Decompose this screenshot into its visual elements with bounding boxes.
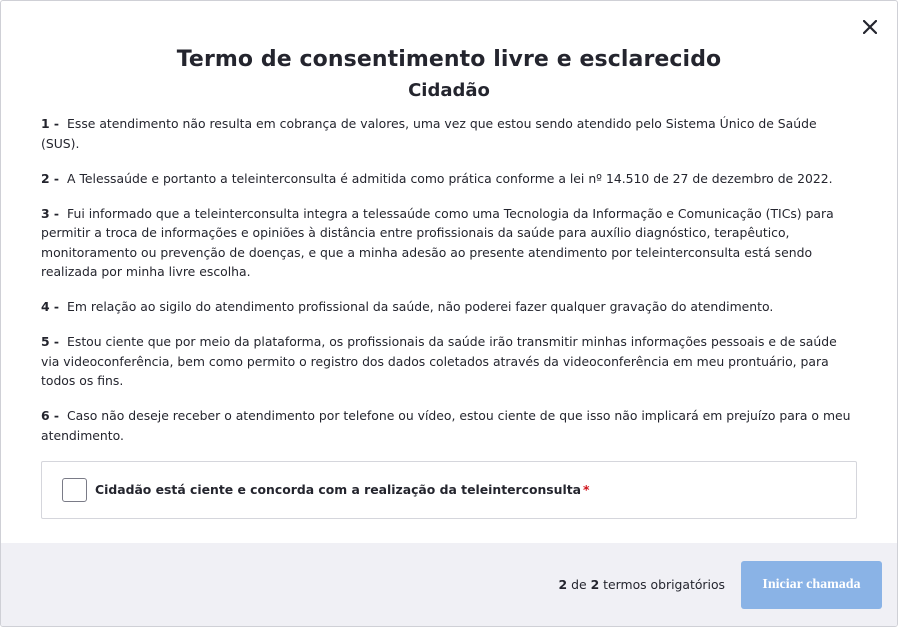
term-item: 2 - A Telessaúde e portanto a teleinterc… bbox=[41, 169, 857, 189]
term-number: 1 - bbox=[41, 116, 60, 131]
modal-footer: 2 de 2 termos obrigatórios Iniciar chama… bbox=[1, 543, 897, 626]
term-item: 6 - Caso não deseje receber o atendiment… bbox=[41, 406, 857, 445]
consent-panel: Cidadão está ciente e concorda com a rea… bbox=[41, 460, 857, 519]
term-number: 2 - bbox=[41, 170, 60, 186]
consent-label-text: Cidadão está ciente e concorda com a rea… bbox=[95, 482, 582, 497]
term-text: Esse atendimento não resulta em cobrança… bbox=[41, 116, 817, 151]
term-item: 5 - Estou ciente que por meio da platafo… bbox=[41, 332, 857, 391]
term-item: 4 - Em relação ao sigilo do atendimento … bbox=[41, 297, 857, 317]
term-number: 3 - bbox=[41, 205, 60, 221]
close-icon[interactable] bbox=[863, 20, 877, 34]
term-number: 4 - bbox=[41, 299, 60, 314]
modal-subtitle: Cidadão bbox=[408, 80, 490, 101]
modal-content: Termo de consentimento livre e esclareci… bbox=[1, 1, 897, 519]
term-item: 1 - Esse atendimento não resulta em cobr… bbox=[41, 114, 857, 153]
consent-modal: Termo de consentimento livre e esclareci… bbox=[0, 0, 898, 627]
term-text: Caso não deseje receber o atendimento po… bbox=[41, 408, 851, 443]
close-button[interactable] bbox=[859, 16, 881, 38]
term-text: Em relação ao sigilo do atendimento prof… bbox=[67, 299, 774, 314]
count-of-label: de bbox=[571, 577, 587, 592]
term-number: 6 - bbox=[41, 408, 60, 423]
term-text: A Telessaúde e portanto a teleinterconsu… bbox=[67, 170, 833, 186]
term-text: Fui informado que a teleinterconsulta in… bbox=[41, 205, 834, 280]
accepted-count: 2 bbox=[558, 577, 568, 592]
required-marker: * bbox=[583, 482, 590, 497]
term-item: 3 - Fui informado que a teleinterconsult… bbox=[41, 204, 857, 282]
modal-title: Termo de consentimento livre e esclareci… bbox=[176, 47, 722, 72]
consent-label[interactable]: Cidadão está ciente e concorda com a rea… bbox=[95, 482, 590, 497]
total-count: 2 bbox=[590, 577, 600, 592]
count-suffix-label: termos obrigatórios bbox=[603, 577, 725, 592]
term-number: 5 - bbox=[41, 334, 60, 349]
terms-list: 1 - Esse atendimento não resulta em cobr… bbox=[41, 114, 857, 445]
terms-count: 2 de 2 termos obrigatórios bbox=[559, 577, 725, 592]
start-call-button[interactable]: Iniciar chamada bbox=[741, 560, 882, 609]
term-text: Estou ciente que por meio da plataforma,… bbox=[41, 334, 837, 388]
consent-checkbox[interactable] bbox=[62, 477, 87, 502]
